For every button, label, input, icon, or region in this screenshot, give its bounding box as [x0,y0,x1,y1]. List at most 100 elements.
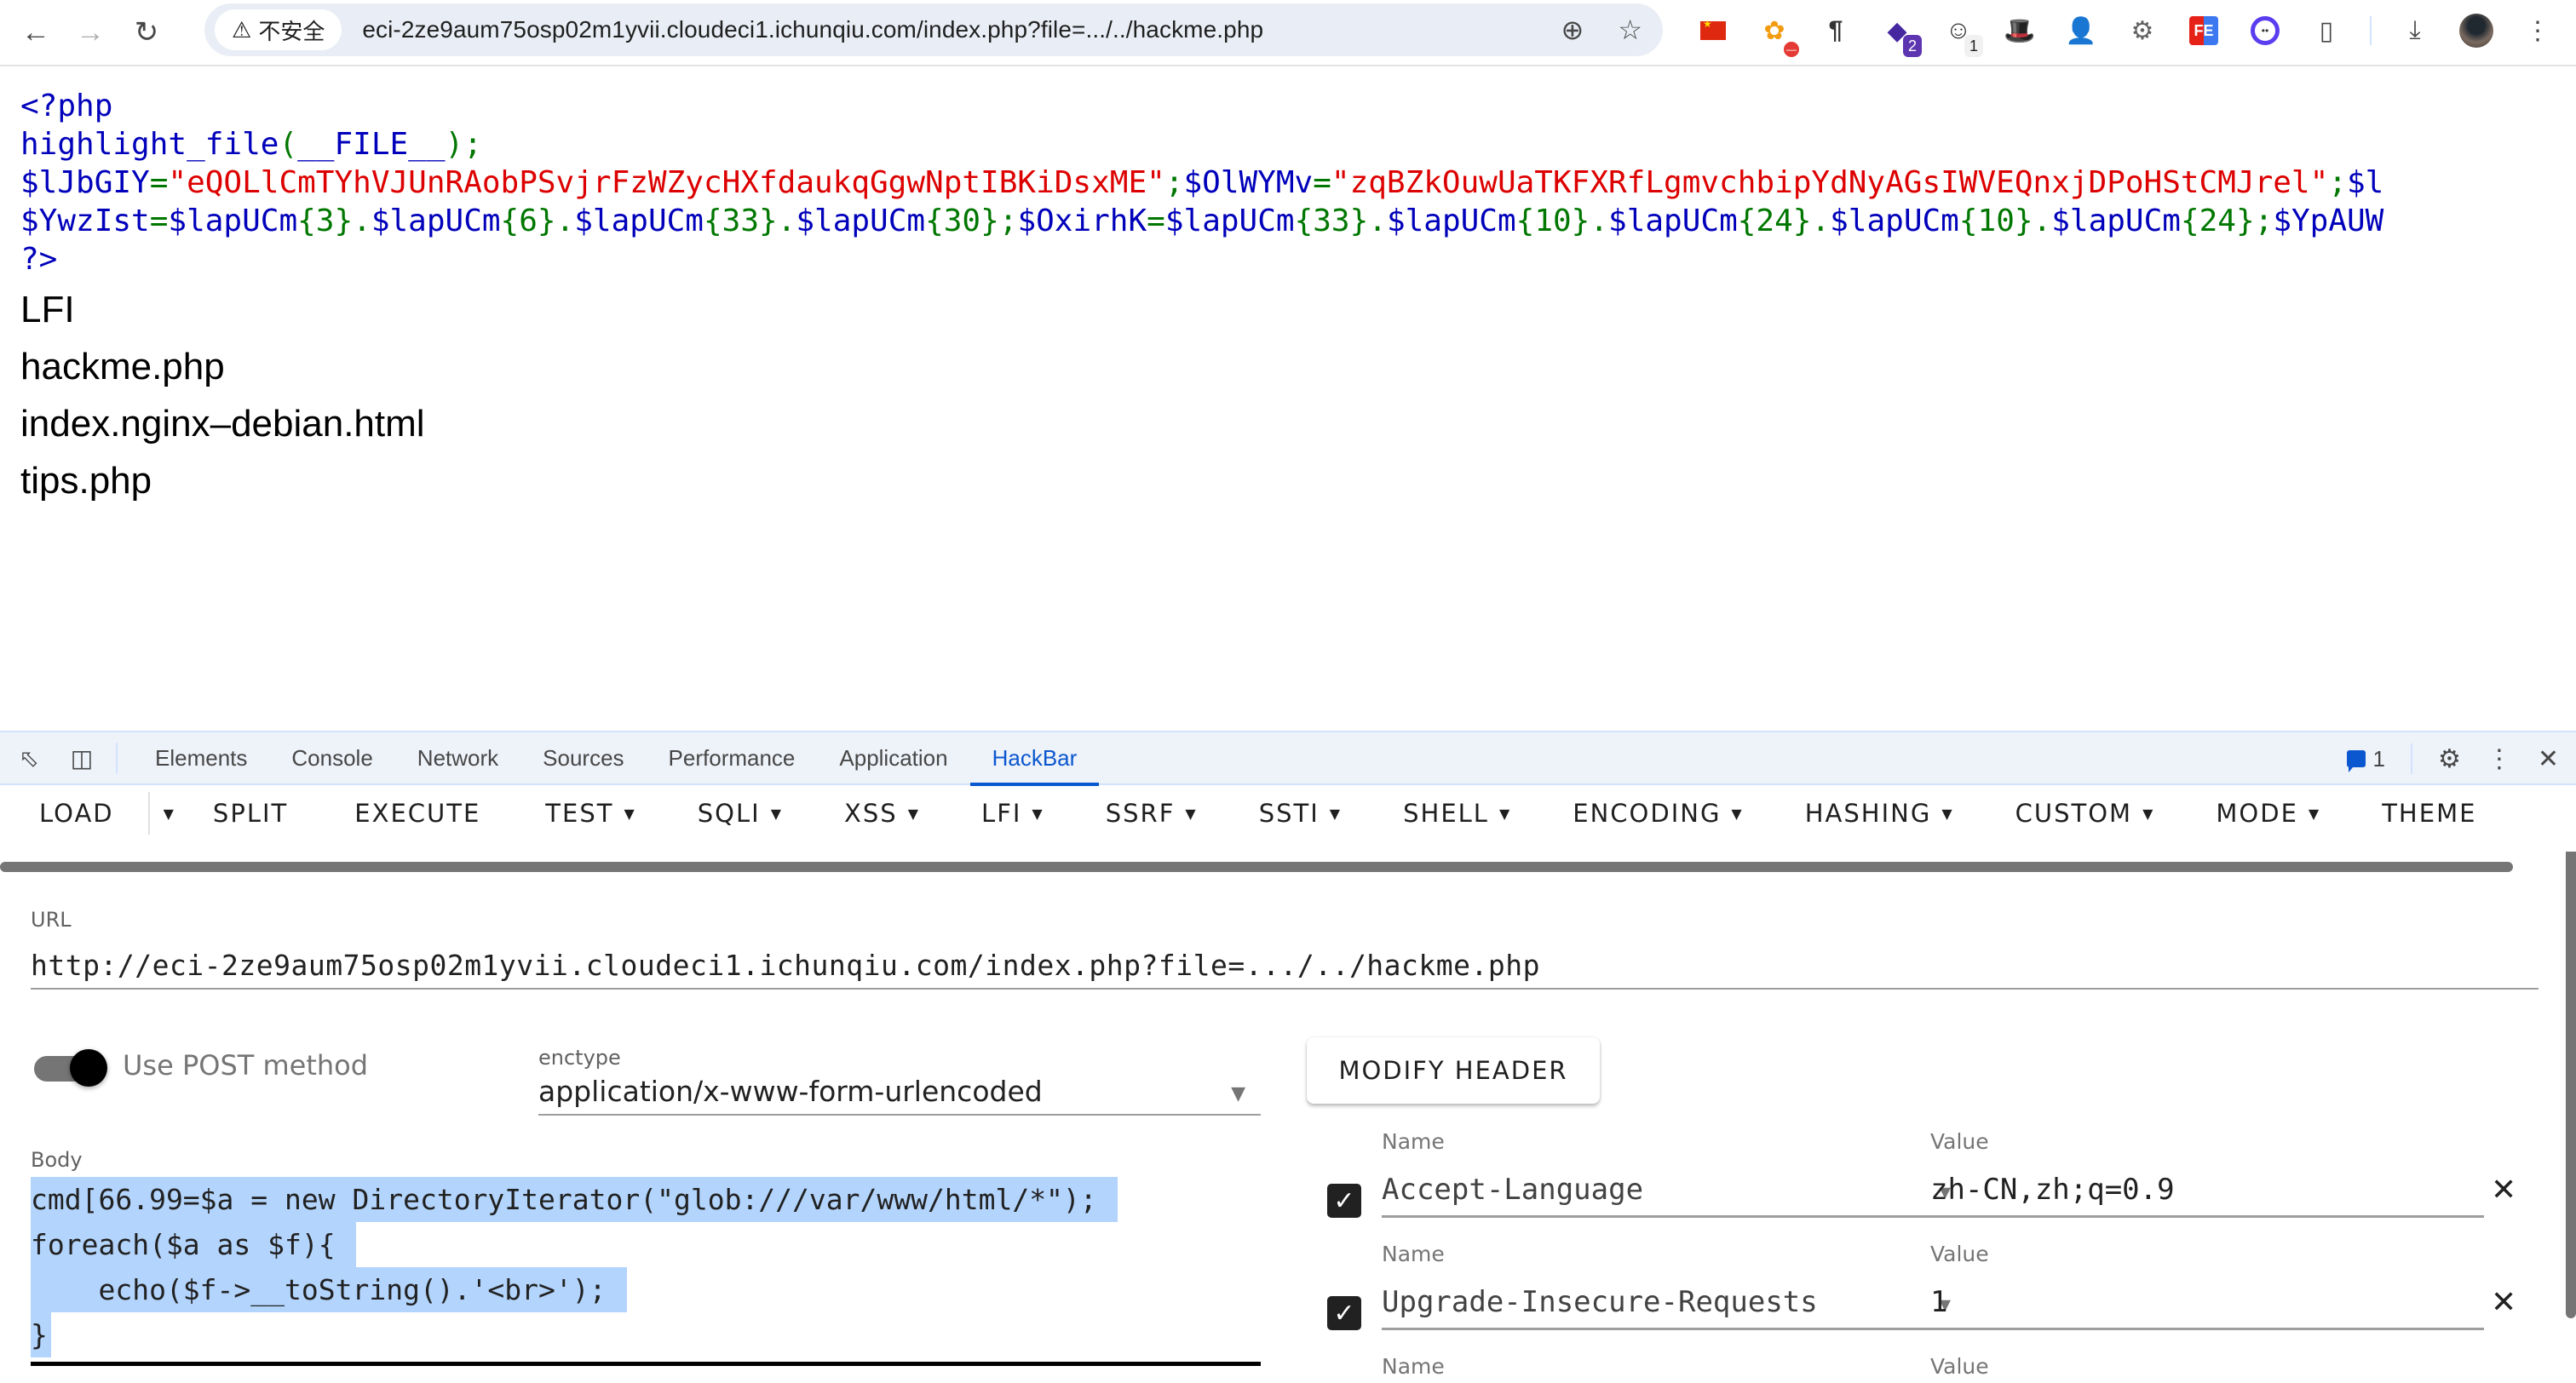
tab-console[interactable]: Console [269,732,394,784]
tab-network[interactable]: Network [395,732,520,784]
ssrf-menu[interactable]: SSRF ▼ [1106,785,1198,841]
url-input[interactable]: http://eci-2ze9aum75osp02m1yvii.cloudeci… [31,942,2539,990]
code-token: {10}. [1958,204,2052,238]
issues-counter[interactable]: 1 [2347,746,2385,772]
remove-header-icon[interactable]: ✕ [2491,1172,2516,1208]
xss-menu[interactable]: XSS ▼ [844,785,920,841]
code-token: {3}. [297,204,371,238]
profile-avatar[interactable] [2458,13,2494,49]
panda-extension-icon[interactable]: ☺ 1 [1941,13,1983,57]
caret-down-icon: ▼ [1185,805,1198,822]
ring-extension-icon[interactable]: •• [2247,13,2283,49]
horizontal-scrollbar[interactable] [0,862,2513,872]
code-token: <?php [20,89,113,123]
execute-button[interactable]: EXECUTE [354,785,480,841]
tab-hackbar[interactable]: HackBar [969,732,1100,786]
more-options-icon[interactable]: ⋮ [2487,744,2512,774]
code-line: $lJbGIY="eQOLlCmTYhVJUnRAobPSvjrFzWZycHX… [20,164,2383,202]
header-name-input[interactable]: Upgrade-Insecure-Requests ▼ [1382,1276,1959,1330]
sqli-menu[interactable]: SQLI ▼ [698,785,783,841]
spy-extension-icon[interactable]: 👤 [2063,13,2099,49]
caret-down-icon: ▼ [1498,805,1512,822]
security-label: 不安全 [258,18,325,44]
header-value-input[interactable]: 1 [1930,1276,2484,1330]
header-row: Name Value [1312,1354,2521,1383]
fe-extension-icon[interactable]: FE [2186,13,2222,49]
settings-gear-icon[interactable]: ⚙ [2438,744,2461,774]
header-enabled-checkbox[interactable]: ✓ [1327,1296,1361,1330]
code-token: {33}. [703,204,796,238]
tab-performance[interactable]: Performance [647,732,818,784]
bookmark-star-icon[interactable]: ☆ [1618,14,1642,46]
header-value-input[interactable]: zh-CN,zh;q=0.9 [1930,1163,2484,1218]
code-token: __FILE__ [297,127,446,162]
header-name-label: Name [1382,1242,1445,1266]
gear-extension-icon[interactable]: ⚙ [2125,13,2160,49]
back-button[interactable]: ← [12,9,60,56]
enctype-label: enctype [538,1046,621,1070]
split-button[interactable]: SPLIT [213,785,288,841]
shell-menu[interactable]: SHELL ▼ [1403,785,1511,841]
modify-header-button[interactable]: MODIFY HEADER [1307,1037,1600,1104]
pilcrow-extension-icon[interactable]: ¶ [1818,13,1854,49]
security-indicator[interactable]: ⚠ 不安全 [215,9,342,50]
more-menu-icon[interactable]: ⋮ [2520,13,2556,49]
code-token: $lJbGIY [20,165,150,200]
china-flag-extension-icon[interactable] [1695,13,1731,49]
caret-down-icon: ▼ [163,805,175,822]
load-button[interactable]: LOAD [39,785,114,841]
hashing-menu[interactable]: HASHING ▼ [1805,785,1954,841]
header-name-input[interactable]: Accept-Language ▼ [1382,1163,1959,1218]
caret-down-icon: ▼ [907,805,921,822]
code-token: "zqBZkOuwUaTKFXRfLgmvchbipYdNyAGsIWVEQnx… [1331,165,2329,200]
header-name-label: Name [1382,1129,1445,1154]
hat-extension-icon[interactable]: 🎩 [2002,13,2038,49]
theme-menu[interactable]: THEME [2382,785,2476,841]
zoom-icon[interactable]: ⊕ [1561,14,1584,46]
toolbar-divider [2370,16,2372,45]
mode-menu[interactable]: MODE ▼ [2216,785,2320,841]
custom-menu[interactable]: CUSTOM ▼ [2015,785,2155,841]
code-token: $lapUCm [2051,204,2181,238]
remove-header-icon[interactable]: ✕ [2491,1284,2516,1320]
download-icon[interactable]: ⤓ [2397,13,2433,49]
body-textarea[interactable]: cmd[66.99=$a = new DirectoryIterator("gl… [31,1177,1261,1366]
purple-extension-icon[interactable]: ◆ 2 [1879,13,1922,57]
lfi-menu[interactable]: LFI ▼ [981,785,1044,841]
close-devtools-icon[interactable]: ✕ [2538,744,2559,774]
code-token: {24}. [1737,204,1831,238]
extensions-bar: ✿— ¶ ◆2 ☺1 🎩 👤 ⚙ FE •• ▯ ⤓ ⋮ [1695,7,2556,57]
device-toolbar-icon[interactable]: ◫ [65,741,99,775]
header-enabled-checkbox[interactable]: ✓ [1327,1184,1361,1218]
test-menu[interactable]: TEST ▼ [545,785,635,841]
vertical-scrollbar[interactable] [2566,852,2576,1318]
body-line: foreach($a as $f){ [31,1222,356,1267]
reload-button[interactable]: ↻ [123,9,170,56]
arrow-left-icon: ← [21,15,50,49]
hackbar-menu: LOAD ▼ SPLIT EXECUTE TEST ▼ SQLI ▼ XSS ▼ LF… [0,785,2576,841]
caret-down-icon: ▼ [1941,805,1954,822]
php-source-code: <?php highlight_file(__FILE__); $lJbGIY="e… [20,87,2383,278]
enctype-select[interactable]: application/x-www-form-urlencoded ▼ [538,1075,1261,1116]
tab-elements[interactable]: Elements [133,732,269,784]
code-token: = [1147,204,1165,238]
code-token: ?> [20,242,58,277]
header-value-label: Value [1930,1242,1989,1266]
address-text[interactable]: eci-2ze9aum75osp02m1yvii.cloudeci1.ichun… [362,16,1263,43]
forward-button[interactable]: → [66,9,114,56]
address-bar[interactable]: ⚠ 不安全 eci-2ze9aum75osp02m1yvii.cloudeci1… [204,3,1663,56]
load-dropdown-button[interactable]: ▼ [164,785,175,841]
code-token: $lapUCm [1830,204,1959,238]
code-line: highlight_file(__FILE__); [20,125,2383,164]
puzzle-extension-icon[interactable]: ▯ [2309,13,2344,49]
ssti-menu[interactable]: SSTI ▼ [1259,785,1342,841]
use-post-toggle[interactable] [34,1049,107,1087]
code-token: ( [279,127,298,162]
caret-down-icon: ▼ [770,805,784,822]
blocker-extension-icon[interactable]: ✿ — [1757,13,1799,57]
tab-application[interactable]: Application [817,732,969,784]
inspect-element-icon[interactable]: ⬁ [12,741,46,775]
encoding-menu[interactable]: ENCODING ▼ [1573,785,1743,841]
header-value-label: Value [1930,1354,1989,1379]
tab-sources[interactable]: Sources [520,732,646,784]
